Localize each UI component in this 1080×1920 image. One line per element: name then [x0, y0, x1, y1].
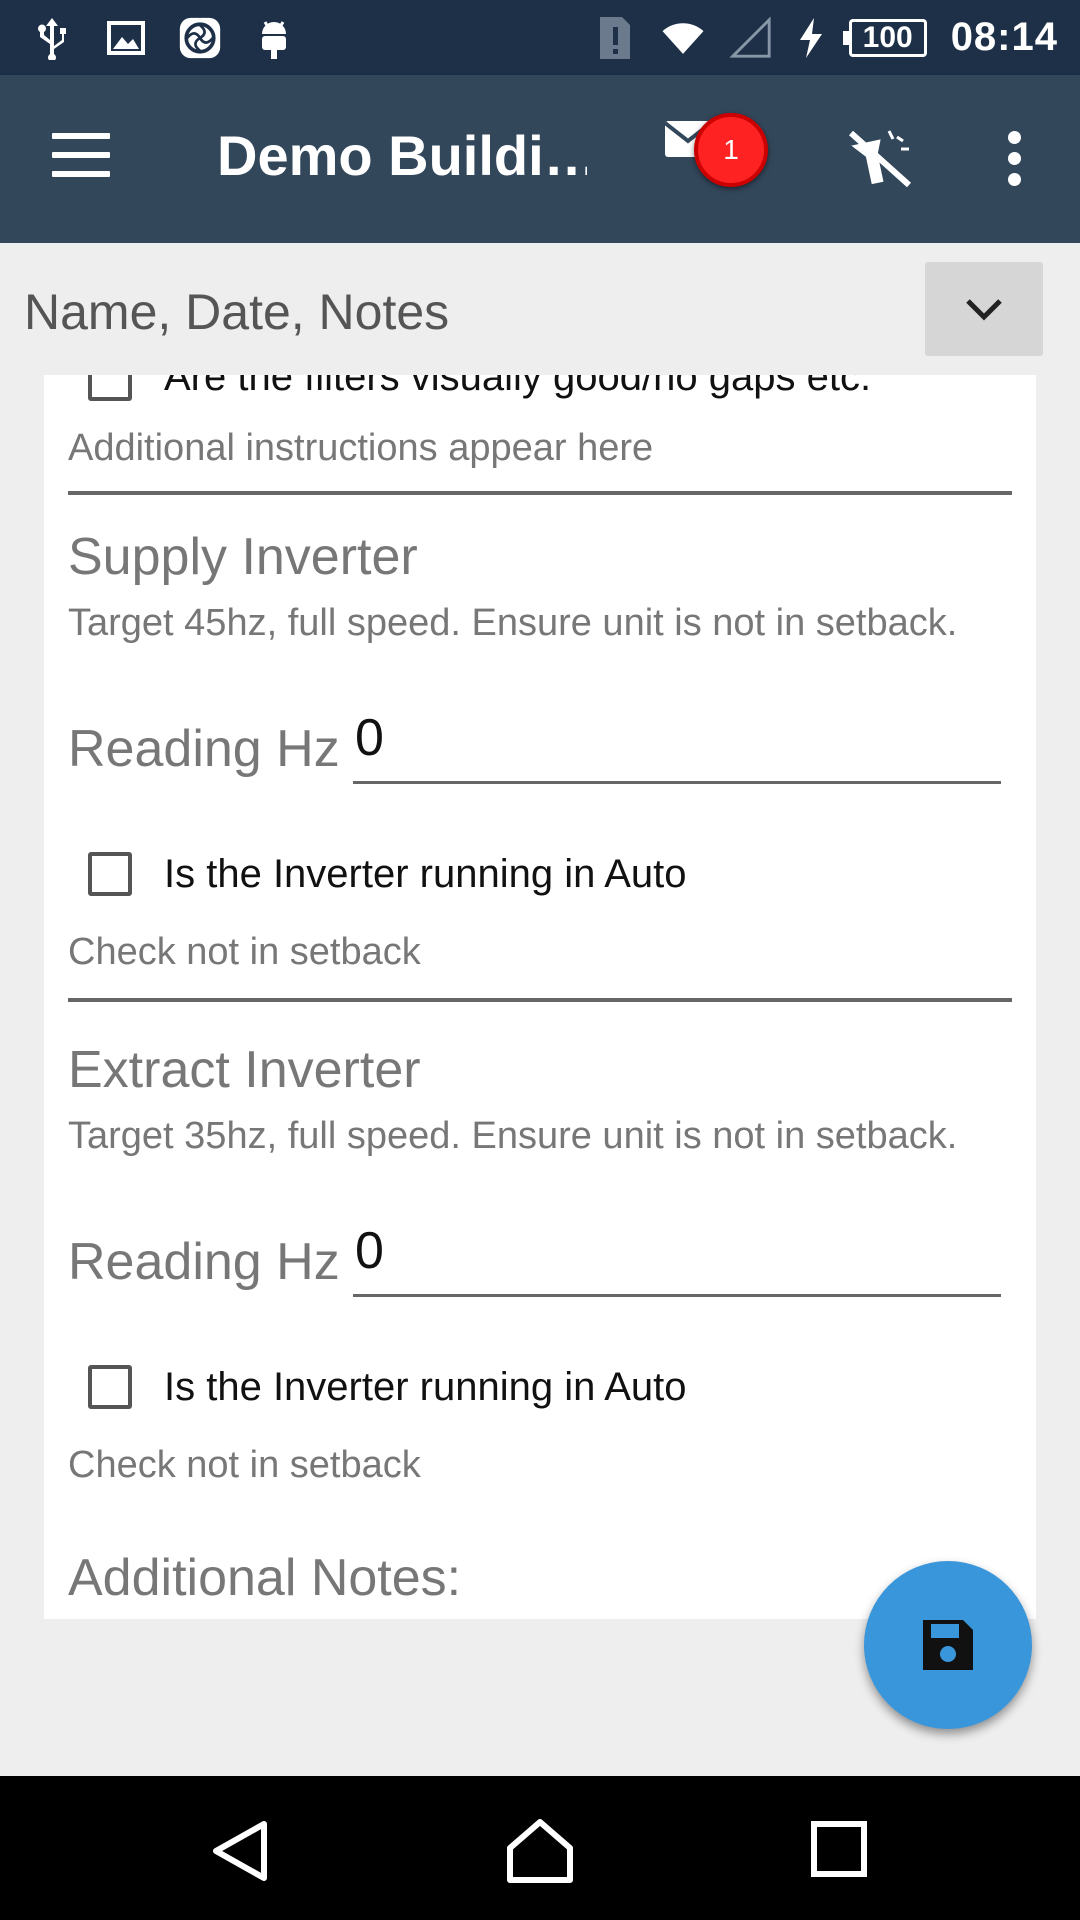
supply-reading-label: Reading Hz: [68, 720, 340, 778]
form-scroll-area[interactable]: Are the filters visually good/no gaps et…: [44, 375, 1036, 1619]
filters-checkbox[interactable]: [88, 375, 132, 401]
alert-sim-icon: [593, 16, 637, 60]
charging-icon: [797, 16, 825, 60]
supply-inverter-heading: Supply Inverter: [68, 528, 418, 586]
section-dropdown-button[interactable]: [925, 262, 1043, 356]
supply-inverter-description: Target 45hz, full speed. Ensure unit is …: [68, 602, 958, 644]
wifi-icon: [661, 16, 705, 60]
notification-badge: 1: [694, 113, 768, 187]
menu-icon[interactable]: [52, 133, 110, 177]
extract-reading-input[interactable]: [353, 1207, 1001, 1297]
page-title: Demo Buildi…: [217, 124, 587, 187]
battery-indicator: 100: [842, 18, 927, 57]
usb-icon: [30, 16, 74, 60]
filters-instructions: Additional instructions appear here: [68, 427, 654, 469]
filters-checkbox-label: Are the filters visually good/no gaps et…: [164, 375, 872, 399]
divider: [68, 491, 1012, 495]
supply-reading-input[interactable]: [353, 694, 1001, 784]
messages-button[interactable]: 1: [660, 113, 770, 203]
extract-reading-label: Reading Hz: [68, 1233, 340, 1291]
recents-icon[interactable]: [800, 1816, 880, 1886]
divider: [68, 998, 1012, 1002]
extract-auto-checkbox[interactable]: [88, 1365, 132, 1409]
extract-inverter-heading: Extract Inverter: [68, 1041, 421, 1099]
app-icon: [178, 16, 222, 60]
navigation-bar: [0, 1776, 1080, 1920]
flashlight-off-icon[interactable]: [845, 127, 917, 191]
section-label: Name, Date, Notes: [24, 284, 450, 340]
supply-instructions: Check not in setback: [68, 931, 421, 973]
signal-icon: [729, 15, 773, 60]
save-icon: [923, 1620, 973, 1670]
back-icon[interactable]: [200, 1816, 280, 1886]
save-button[interactable]: [864, 1561, 1032, 1729]
home-icon[interactable]: [500, 1816, 580, 1886]
overflow-menu-icon[interactable]: [1000, 131, 1028, 191]
extract-auto-checkbox-label: Is the Inverter running in Auto: [164, 1365, 687, 1409]
extract-instructions: Check not in setback: [68, 1444, 421, 1486]
section-selector[interactable]: Name, Date, Notes: [0, 243, 1080, 375]
image-icon: [104, 16, 148, 60]
android-icon: [252, 16, 296, 60]
clock: 08:14: [950, 15, 1058, 59]
additional-notes-heading: Additional Notes:: [68, 1549, 462, 1607]
app-bar: Demo Buildi… 1: [0, 75, 1080, 243]
supply-auto-checkbox-label: Is the Inverter running in Auto: [164, 852, 687, 896]
form-card: Are the filters visually good/no gaps et…: [44, 375, 1036, 1619]
extract-inverter-description: Target 35hz, full speed. Ensure unit is …: [68, 1115, 958, 1157]
status-bar: 100 08:14: [0, 0, 1080, 75]
chevron-down-icon: [966, 299, 1002, 321]
supply-auto-checkbox[interactable]: [88, 852, 132, 896]
